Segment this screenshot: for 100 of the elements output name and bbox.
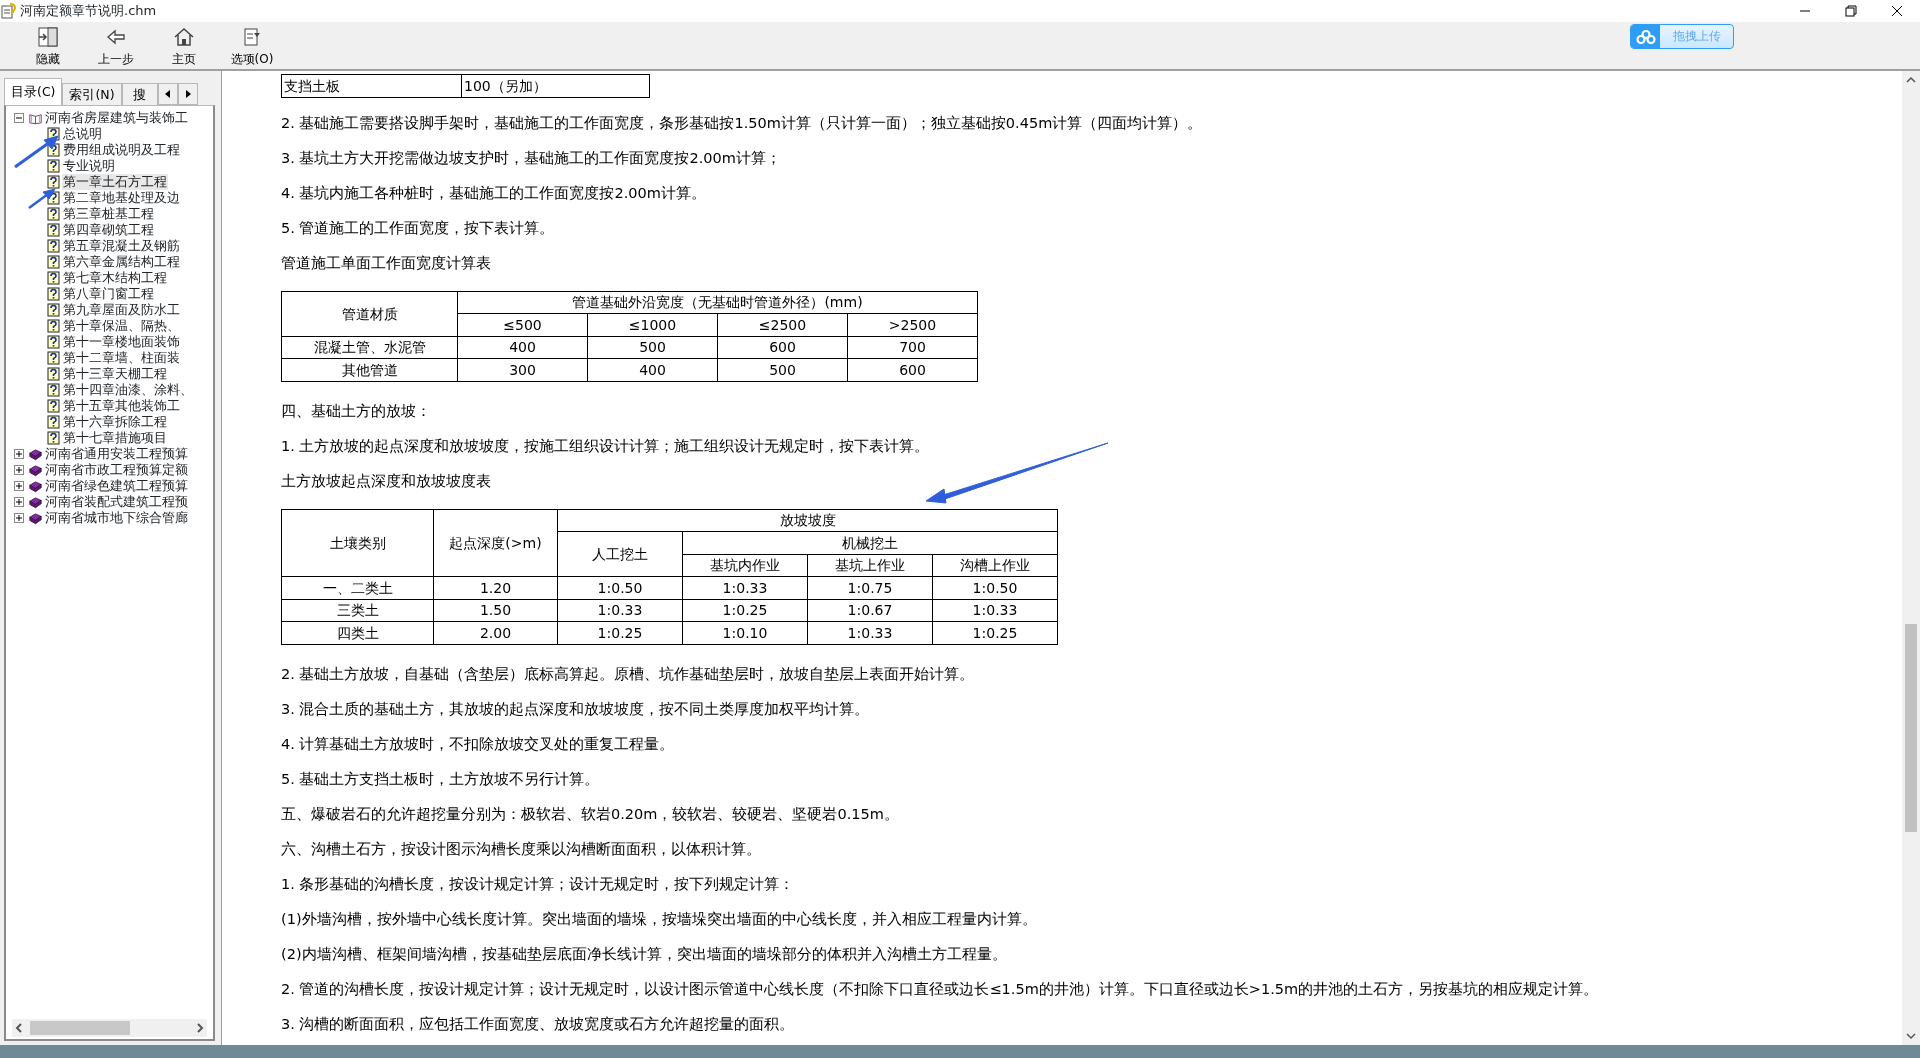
tree-item[interactable]: 第一章土石方工程: [62, 174, 168, 190]
expand-icon[interactable]: [14, 465, 24, 475]
paragraph: 3. 基坑土方大开挖需做边坡支护时，基础施工的工作面宽度按2.00m计算；: [281, 148, 781, 168]
paragraph: 土方放坡起点深度和放坡坡度表: [281, 471, 491, 491]
home-button[interactable]: 主页: [150, 22, 218, 70]
tree-item[interactable]: 费用组成说明及工程: [62, 142, 181, 158]
tree-item[interactable]: 第十三章天棚工程: [62, 366, 168, 382]
help-page-icon: [47, 271, 60, 285]
tree-item[interactable]: 第三章桩基工程: [62, 206, 155, 222]
sidebar-tab[interactable]: 索引(N): [62, 83, 122, 105]
paragraph: 1. 条形基础的沟槽长度，按设计规定计算；设计无规定时，按下列规定计算：: [281, 874, 795, 894]
tree-item[interactable]: 河南省通用安装工程预算: [44, 446, 189, 462]
paragraph: 4. 基坑内施工各种桩时，基础施工的工作面宽度按2.00m计算。: [281, 183, 706, 203]
collapse-icon[interactable]: [14, 113, 24, 123]
scrollbar-thumb[interactable]: [1905, 624, 1917, 832]
tree-item[interactable]: 河南省绿色建筑工程预算: [44, 478, 189, 494]
close-icon: [1889, 3, 1905, 19]
paragraph: 2. 基础土方放坡，自基础（含垫层）底标高算起。原槽、坑作基础垫层时，放坡自垫层上表面开始计算。: [281, 664, 975, 684]
paragraph: 四、基础土方的放坡：: [281, 401, 431, 421]
book-icon: [29, 495, 42, 509]
tree-item[interactable]: 第六章金属结构工程: [62, 254, 181, 270]
scroll-left-button[interactable]: [157, 83, 178, 105]
tree-item[interactable]: 河南省装配式建筑工程预: [44, 494, 189, 510]
help-page-icon: [47, 351, 60, 365]
tree-item[interactable]: 河南省城市地下综合管廊: [44, 510, 189, 526]
table-cell: 600: [717, 336, 848, 359]
help-page-icon: [47, 431, 60, 445]
expand-icon[interactable]: [14, 513, 24, 523]
table-cell: 1:0.33: [932, 599, 1058, 622]
table-header-cell: ≤1000: [587, 313, 718, 336]
table-cell: 1:0.75: [807, 576, 933, 599]
help-page-icon: [47, 239, 60, 253]
tree-item[interactable]: 第十二章墙、柱面装: [62, 350, 181, 366]
minimize-icon: [1800, 10, 1810, 12]
help-page-icon: [47, 399, 60, 413]
sidebar-tab[interactable]: 搜: [121, 83, 158, 105]
paragraph: 1. 土方放坡的起点深度和放坡坡度，按施工组织设计计算；施工组织设计无规定时，按下表计算。: [281, 436, 930, 456]
table-cell: 一、二类土: [281, 576, 434, 599]
tree-item[interactable]: 第十四章油漆、涂料、: [62, 382, 194, 398]
table-cell: 1:0.25: [557, 621, 683, 644]
table-cell: 1:0.25: [932, 621, 1058, 644]
table-cell: 400: [457, 336, 588, 359]
window-title: 河南定额章节说明.chm: [20, 2, 157, 21]
back-button[interactable]: 上一步: [82, 22, 150, 70]
tree-item[interactable]: 第十一章楼地面装饰: [62, 334, 181, 350]
table-header-cell: 放坡坡度: [557, 509, 1058, 532]
tree-item[interactable]: 第四章砌筑工程: [62, 222, 155, 238]
tree-item[interactable]: 第九章屋面及防水工: [62, 302, 181, 318]
scroll-right-button[interactable]: [177, 83, 198, 105]
options-button[interactable]: 选项(O): [218, 22, 286, 70]
table-cell: 500: [717, 358, 848, 381]
tree-item[interactable]: 第十五章其他装饰工: [62, 398, 181, 414]
expand-icon[interactable]: [14, 449, 24, 459]
hide-button[interactable]: 隐藏: [14, 22, 82, 70]
table-cell: 1:0.10: [682, 621, 808, 644]
paragraph: 5. 基础土方支挡土板时，土方放坡不另行计算。: [281, 769, 600, 789]
expand-icon[interactable]: [14, 497, 24, 507]
table-header-cell: 沟槽上作业: [932, 554, 1058, 577]
help-page-icon: [47, 415, 60, 429]
table-cell: 700: [847, 336, 978, 359]
scrollbar-thumb[interactable]: [30, 1021, 130, 1035]
help-page-icon: [47, 159, 60, 173]
tree-item[interactable]: 第二章地基处理及边: [62, 190, 181, 206]
table-cell: 1.50: [433, 599, 558, 622]
table-header-cell: 机械挖土: [682, 531, 1058, 554]
tree-item[interactable]: 总说明: [62, 126, 103, 142]
table-cell: 1:0.33: [807, 621, 933, 644]
annotation-arrow: [14, 135, 59, 169]
tree-item[interactable]: 第七章木结构工程: [62, 270, 168, 286]
tree-item[interactable]: 第十章保温、隔热、: [62, 318, 181, 334]
table-cell: 支挡土板: [281, 74, 462, 97]
tree-item[interactable]: 专业说明: [62, 158, 116, 174]
help-page-icon: [47, 319, 60, 333]
sidebar-tab[interactable]: 目录(C): [4, 78, 63, 105]
tree-item[interactable]: 河南省市政工程预算定额: [44, 462, 189, 478]
help-page-icon: [47, 367, 60, 381]
help-page-icon: [47, 255, 60, 269]
expand-icon[interactable]: [14, 481, 24, 491]
annotation-arrow: [28, 188, 56, 209]
paragraph: 2. 基础施工需要搭设脚手架时，基础施工的工作面宽度，条形基础按1.50m计算（只计算一面）；独立基础按0.45m计算（四面均计算）。: [281, 113, 1203, 133]
help-page-icon: [47, 335, 60, 349]
book-icon: [29, 479, 42, 493]
table-cell: 2.00: [433, 621, 558, 644]
paragraph: (2)内墙沟槽、框架间墙沟槽，按基础垫层底面净长线计算，突出墙面的墙垛部分的体积并入沟槽土方工程量。: [281, 944, 1007, 964]
table-header-cell: ≤2500: [717, 313, 848, 336]
help-page-icon: [47, 383, 60, 397]
table-cell: 400: [587, 358, 718, 381]
table-cell: 600: [847, 358, 978, 381]
table-header-cell: 基坑上作业: [807, 554, 933, 577]
tree-item[interactable]: 第五章混凝土及钢筋: [62, 238, 181, 254]
tree-item[interactable]: 第十七章措施项目: [62, 430, 168, 446]
table-cell: 1:0.33: [557, 599, 683, 622]
tree-item[interactable]: 第十六章拆除工程: [62, 414, 168, 430]
table-cell: 其他管道: [281, 358, 458, 381]
tree-item[interactable]: 河南省房屋建筑与装饰工: [44, 110, 189, 126]
table-cell: 1:0.33: [682, 576, 808, 599]
table-header-cell: 人工挖土: [557, 531, 683, 577]
paragraph: 5. 管道施工的工作面宽度，按下表计算。: [281, 218, 555, 238]
tree-item[interactable]: 第八章门窗工程: [62, 286, 155, 302]
table-cell: 100（另加）: [461, 74, 650, 97]
